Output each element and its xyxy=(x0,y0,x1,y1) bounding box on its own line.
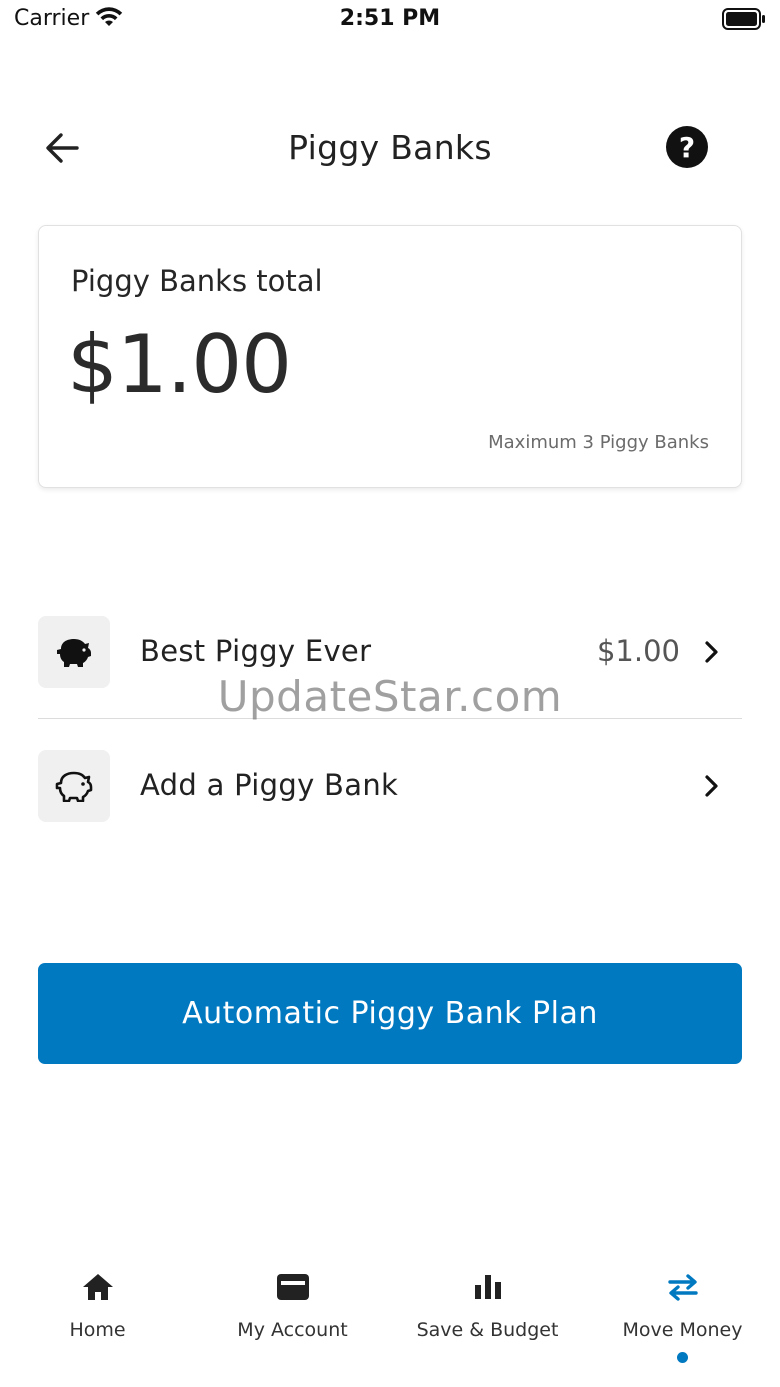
help-icon: ? xyxy=(678,130,696,164)
tab-home[interactable]: Home xyxy=(0,1270,195,1370)
chevron-right-icon xyxy=(700,638,724,666)
help-button[interactable]: ? xyxy=(666,126,708,168)
tab-label: Save & Budget xyxy=(416,1319,559,1341)
tab-my-account[interactable]: My Account xyxy=(195,1270,390,1370)
battery-icon xyxy=(722,8,766,34)
piggy-banks-total-card: Piggy Banks total $1.00 Maximum 3 Piggy … xyxy=(38,225,742,488)
card-icon xyxy=(195,1270,390,1304)
total-amount: $1.00 xyxy=(67,318,292,411)
page-title: Piggy Banks xyxy=(288,128,492,167)
home-icon xyxy=(0,1270,195,1304)
chevron-right-icon xyxy=(700,772,724,800)
status-bar: Carrier 2:51 PM xyxy=(0,0,780,40)
automatic-piggy-bank-plan-button[interactable]: Automatic Piggy Bank Plan xyxy=(38,963,742,1064)
transfer-arrows-icon xyxy=(585,1270,780,1304)
piggy-bank-name: Best Piggy Ever xyxy=(140,634,372,668)
bar-chart-icon xyxy=(390,1270,585,1304)
add-piggy-bank-row[interactable]: Add a Piggy Bank xyxy=(38,750,742,822)
tab-label: Home xyxy=(69,1319,126,1341)
add-piggy-bank-label: Add a Piggy Bank xyxy=(140,768,399,802)
tab-save-budget[interactable]: Save & Budget xyxy=(390,1270,585,1370)
watermark: UpdateStar.com xyxy=(217,672,563,721)
active-tab-indicator xyxy=(677,1352,688,1363)
tab-move-money[interactable]: Move Money xyxy=(585,1270,780,1370)
tab-label: My Account xyxy=(237,1319,348,1341)
tab-bar: Home My Account Save & Budget Move Money xyxy=(0,1250,780,1387)
clock: 2:51 PM xyxy=(339,6,441,31)
piggy-bank-outline-icon xyxy=(38,750,110,822)
tab-label: Move Money xyxy=(622,1319,743,1341)
piggy-bank-balance: $1.00 xyxy=(596,634,680,668)
total-label: Piggy Banks total xyxy=(71,264,323,298)
max-piggy-banks-note: Maximum 3 Piggy Banks xyxy=(488,432,709,453)
nav-header: Piggy Banks ? xyxy=(0,110,780,186)
